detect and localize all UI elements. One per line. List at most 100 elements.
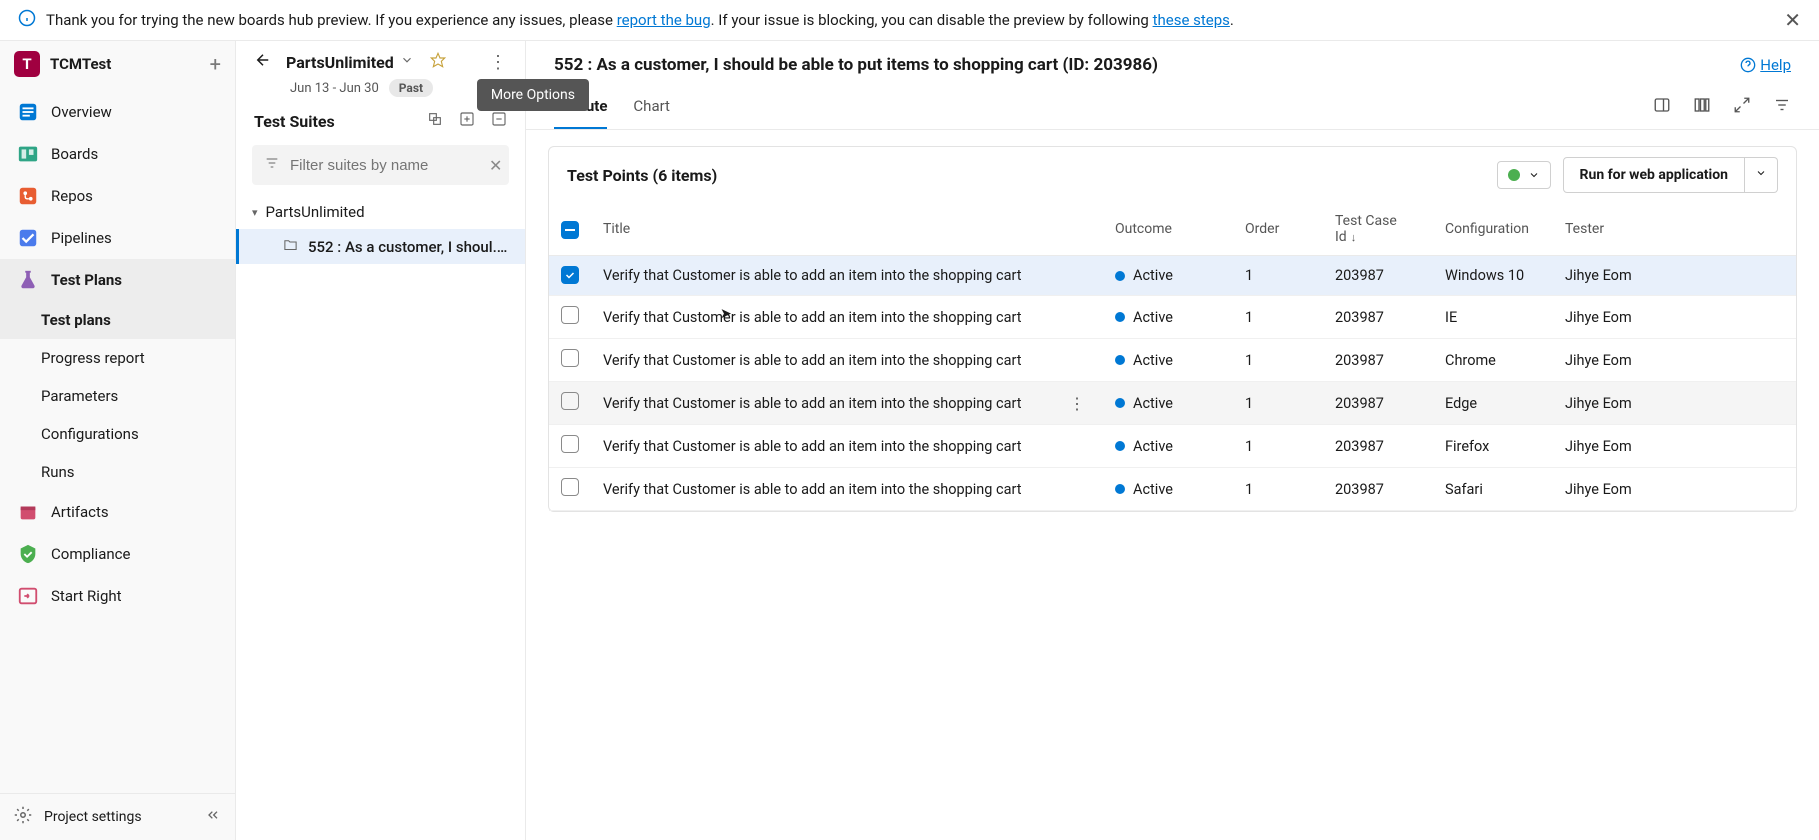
row-checkbox[interactable]	[561, 306, 579, 324]
add-suite-icon[interactable]	[459, 111, 475, 131]
chevron-down-icon[interactable]: ▾	[252, 206, 258, 219]
row-more-icon[interactable]: ⋮	[1063, 394, 1091, 413]
cell-config: Windows 10	[1433, 256, 1553, 296]
test-points-table: Title Outcome Order Test Case Id↓ Config…	[549, 203, 1796, 511]
fullscreen-icon[interactable]	[1733, 96, 1751, 118]
nav-test-plans[interactable]: Test Plans	[0, 259, 235, 301]
tree-label: 552 : As a customer, I shoul... ..	[308, 238, 509, 256]
status-dot-icon	[1115, 398, 1125, 408]
nav-boards[interactable]: Boards	[0, 133, 235, 175]
chevron-down-icon	[1528, 169, 1540, 181]
cell-id: 203987	[1323, 425, 1433, 468]
col-order[interactable]: Order	[1233, 203, 1323, 256]
col-test-case-id[interactable]: Test Case Id↓	[1323, 203, 1433, 256]
cell-id: 203987	[1323, 296, 1433, 339]
nav-label: Compliance	[51, 545, 130, 563]
star-icon[interactable]	[430, 52, 446, 72]
nav-parameters[interactable]: Parameters	[0, 377, 235, 415]
filter-suites-input[interactable]	[290, 157, 489, 174]
these-steps-link[interactable]: these steps	[1153, 11, 1230, 29]
more-options-icon[interactable]: ⋮	[489, 52, 507, 73]
nav-configurations[interactable]: Configurations	[0, 415, 235, 453]
export-icon[interactable]	[491, 111, 507, 131]
test-points-title: Test Points (6 items)	[567, 166, 717, 185]
row-checkbox[interactable]	[561, 266, 579, 284]
row-checkbox[interactable]	[561, 478, 579, 496]
cell-outcome: Active	[1115, 267, 1221, 284]
tab-row: Execute Chart	[526, 75, 1819, 130]
nav-label: Repos	[51, 187, 93, 205]
column-options-icon[interactable]	[1693, 96, 1711, 118]
cell-order: 1	[1233, 296, 1323, 339]
cell-outcome: Active	[1115, 352, 1221, 369]
nav-repos[interactable]: Repos	[0, 175, 235, 217]
suite-header: PartsUnlimited ⋮ More Options Jun 13 - J…	[236, 41, 525, 103]
expand-all-icon[interactable]	[427, 111, 443, 131]
back-icon[interactable]	[254, 51, 272, 73]
close-icon[interactable]: ✕	[1784, 8, 1801, 32]
cell-tester: Jihye Eom	[1553, 296, 1796, 339]
nav-runs[interactable]: Runs	[0, 453, 235, 491]
col-configuration[interactable]: Configuration	[1433, 203, 1553, 256]
nav-compliance[interactable]: Compliance	[0, 533, 235, 575]
nav-test-plans-sub[interactable]: Test plans	[0, 301, 235, 339]
run-web-button[interactable]: Run for web application	[1563, 157, 1745, 193]
folder-icon	[283, 237, 298, 256]
nav-pipelines[interactable]: Pipelines	[0, 217, 235, 259]
table-row[interactable]: Verify that Customer is able to add an i…	[549, 382, 1796, 425]
table-row[interactable]: Verify that Customer is able to add an i…	[549, 256, 1796, 296]
nav-overview[interactable]: Overview	[0, 91, 235, 133]
project-settings[interactable]: Project settings	[0, 794, 235, 840]
report-bug-link[interactable]: report the bug	[617, 11, 711, 29]
row-checkbox[interactable]	[561, 349, 579, 367]
nav-label: Pipelines	[51, 229, 112, 247]
suite-column: PartsUnlimited ⋮ More Options Jun 13 - J…	[236, 41, 526, 840]
tree-label: PartsUnlimited	[266, 203, 365, 221]
run-options-dropdown[interactable]	[1745, 157, 1778, 193]
nav-start-right[interactable]: Start Right	[0, 575, 235, 617]
cell-outcome: Active	[1115, 481, 1221, 498]
nav-label: Test Plans	[51, 271, 122, 289]
table-row[interactable]: Verify that Customer is able to add an i…	[549, 425, 1796, 468]
tab-chart[interactable]: Chart	[633, 85, 670, 129]
sort-down-icon: ↓	[1351, 231, 1357, 244]
filter-icon	[264, 155, 280, 175]
filter-suites-box[interactable]: ✕	[252, 145, 509, 185]
chevron-down-icon[interactable]	[400, 53, 414, 71]
filter-toggle-icon[interactable]	[1773, 96, 1791, 118]
panel-layout-icon[interactable]	[1653, 96, 1671, 118]
nav-label: Configurations	[41, 425, 139, 443]
col-outcome[interactable]: Outcome	[1103, 203, 1233, 256]
cell-config: IE	[1433, 296, 1553, 339]
row-checkbox[interactable]	[561, 392, 579, 410]
cell-order: 1	[1233, 256, 1323, 296]
project-header[interactable]: T TCMTest +	[0, 41, 235, 87]
tree-child-selected[interactable]: 552 : As a customer, I shoul... ..	[236, 229, 525, 264]
table-row[interactable]: Verify that Customer is able to add an i…	[549, 468, 1796, 511]
gear-icon	[14, 806, 32, 828]
cell-config: Edge	[1433, 382, 1553, 425]
table-row[interactable]: Verify that Customer is able to add an i…	[549, 296, 1796, 339]
overview-icon	[17, 101, 39, 123]
cell-tester: Jihye Eom	[1553, 468, 1796, 511]
outcome-dropdown[interactable]	[1497, 161, 1551, 189]
suite-tree: ▾ PartsUnlimited 552 : As a customer, I …	[236, 191, 525, 268]
add-project-icon[interactable]: +	[210, 52, 221, 76]
nav-label: Parameters	[41, 387, 118, 405]
clear-filter-icon[interactable]: ✕	[489, 156, 502, 175]
select-all-checkbox[interactable]	[561, 221, 579, 239]
tree-root[interactable]: ▾ PartsUnlimited	[236, 195, 525, 229]
col-title[interactable]: Title	[591, 203, 1051, 256]
col-tester[interactable]: Tester	[1553, 203, 1796, 256]
plan-name[interactable]: PartsUnlimited	[286, 53, 394, 72]
nav-artifacts[interactable]: Artifacts	[0, 491, 235, 533]
table-row[interactable]: Verify that Customer is able to add an i…	[549, 339, 1796, 382]
info-icon	[18, 9, 36, 31]
collapse-icon[interactable]	[205, 807, 221, 827]
cell-title: Verify that Customer is able to add an i…	[591, 382, 1051, 425]
help-link[interactable]: Help	[1740, 56, 1791, 74]
nav-progress-report[interactable]: Progress report	[0, 339, 235, 377]
row-checkbox[interactable]	[561, 435, 579, 453]
cell-title: Verify that Customer is able to add an i…	[591, 339, 1051, 382]
cell-tester: Jihye Eom	[1553, 339, 1796, 382]
